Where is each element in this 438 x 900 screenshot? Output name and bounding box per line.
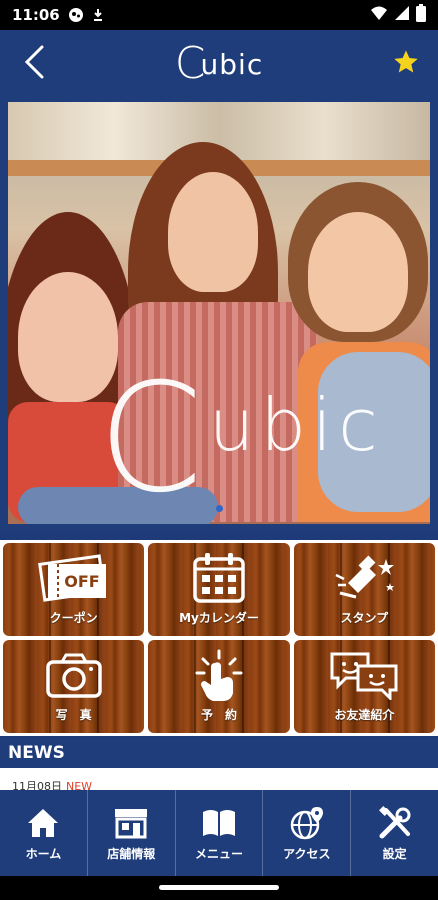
back-arrow-icon xyxy=(23,45,45,83)
menu-tile-stamp[interactable]: スタンプ xyxy=(293,543,435,636)
menu-tile-calendar[interactable]: Myカレンダー xyxy=(148,543,290,636)
nav-home[interactable]: ホーム xyxy=(0,790,88,876)
hero-image: Cubic xyxy=(8,102,430,524)
menu-tile-label: 写 真 xyxy=(55,708,92,722)
nav-access[interactable]: アクセス xyxy=(263,790,352,876)
download-icon xyxy=(90,7,106,23)
news-header: NEWS xyxy=(0,738,438,768)
hero-carousel[interactable]: Cubic xyxy=(0,98,438,532)
menu-tile-invite[interactable]: お友達紹介 xyxy=(293,640,435,733)
favorite-button[interactable] xyxy=(386,44,426,84)
svg-text:OFF: OFF xyxy=(64,572,99,591)
wifi-icon xyxy=(370,5,388,25)
app-logo: Cubic xyxy=(174,38,264,89)
signal-icon xyxy=(394,5,410,25)
gesture-bar xyxy=(0,876,438,900)
chat-friends-icon xyxy=(328,650,400,700)
menu-tile-label: Myカレンダー xyxy=(179,611,259,625)
carousel-indicator xyxy=(8,505,430,512)
battery-icon xyxy=(416,4,426,26)
bottom-navigation: ホーム 店舗情報 メニュー アクセス 設定 xyxy=(0,790,438,876)
menu-tile-reserve[interactable]: 予 約 xyxy=(148,640,290,733)
nav-settings[interactable]: 設定 xyxy=(351,790,438,876)
globe-pin-icon xyxy=(289,805,325,841)
menu-tile-coupon[interactable]: OFF クーポン xyxy=(3,543,145,636)
hero-logo: Cubic xyxy=(98,352,384,524)
menu-tile-label: お友達紹介 xyxy=(334,708,395,722)
star-icon xyxy=(392,48,420,80)
home-icon xyxy=(25,805,61,841)
menu-tile-photo[interactable]: 写 真 xyxy=(3,640,145,733)
book-icon xyxy=(201,805,237,841)
sync-icon xyxy=(68,7,84,23)
tools-icon xyxy=(377,805,413,841)
stamp-icon xyxy=(328,553,400,603)
app-header: Cubic xyxy=(0,30,438,98)
nav-store-info[interactable]: 店舗情報 xyxy=(88,790,176,876)
logo-text: ubic xyxy=(200,47,264,81)
menu-tile-label: クーポン xyxy=(49,611,98,625)
news-list-item[interactable]: 11月08日 NEW xyxy=(0,768,438,793)
carousel-dot[interactable] xyxy=(215,505,223,512)
tap-hand-icon xyxy=(183,649,255,701)
camera-icon xyxy=(38,650,110,700)
nav-menu[interactable]: メニュー xyxy=(176,790,264,876)
menu-grid: OFF クーポン Myカレンダー スタンプ 写 真 予 約 お友達紹介 xyxy=(0,540,438,736)
status-bar: 11:06 xyxy=(0,0,438,30)
calendar-icon xyxy=(183,553,255,603)
menu-tile-label: 予 約 xyxy=(200,708,237,722)
store-icon xyxy=(113,805,149,841)
status-time: 11:06 xyxy=(12,6,60,24)
menu-tile-label: スタンプ xyxy=(340,611,389,625)
back-button[interactable] xyxy=(14,42,54,86)
home-indicator[interactable] xyxy=(159,885,279,890)
coupon-off-icon: OFF xyxy=(37,553,110,603)
